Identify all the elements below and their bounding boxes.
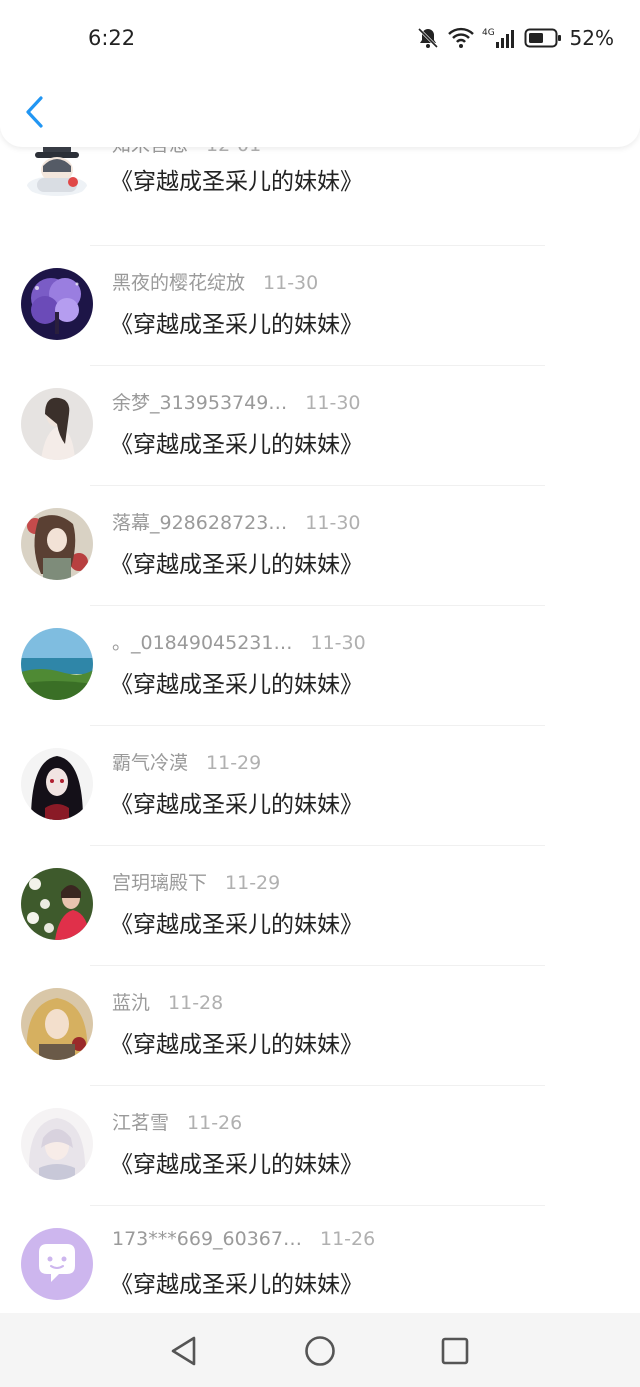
nav-recents-button[interactable] [437,1333,473,1369]
avatar[interactable] [21,1228,93,1300]
chevron-left-icon [26,96,43,128]
back-triangle-icon [171,1336,196,1366]
book-title[interactable]: 《穿越成圣采儿的妹妹》 [110,785,363,819]
user-name[interactable]: 173***669_60367… [112,1228,302,1250]
book-title[interactable]: 《穿越成圣采儿的妹妹》 [110,545,363,579]
bell-off-icon [416,26,440,50]
item-date: 11-30 [305,512,361,534]
avatar[interactable] [21,508,93,580]
status-bar: 6:22 4G 52% [0,0,640,80]
wifi-icon [447,27,474,49]
user-name[interactable]: 江茗雪 [112,1108,169,1135]
item-meta: 霸气冷漠 11-29 [112,748,261,775]
book-title[interactable]: 《穿越成圣采儿的妹妹》 [110,905,363,939]
item-date: 11-30 [310,632,366,654]
status-icons: 4G 52% [416,26,614,50]
network-type: 4G [482,28,495,38]
avatar[interactable] [21,628,93,700]
back-button[interactable] [20,92,60,132]
book-title[interactable]: 《穿越成圣采儿的妹妹》 [110,1025,363,1059]
user-name[interactable]: 黑夜的樱花绽放 [112,268,245,295]
list-item[interactable]: 霸气冷漠 11-29 《穿越成圣采儿的妹妹》 [0,720,640,846]
item-date: 11-26 [319,1228,376,1250]
user-name[interactable]: 余梦_313953749… [112,388,287,415]
item-meta: 蓝氿 11-28 [112,988,223,1015]
list-item[interactable]: 落幕_928628723… 11-30 《穿越成圣采儿的妹妹》 [0,480,640,606]
avatar[interactable] [21,268,93,340]
status-time: 6:22 [88,26,136,50]
item-date: 12-01 [206,147,261,156]
system-nav-bar [0,1313,640,1387]
book-title[interactable]: 《穿越成圣采儿的妹妹》 [110,665,363,699]
book-title[interactable]: 《穿越成圣采儿的妹妹》 [110,1145,363,1179]
list-item[interactable]: 余梦_313953749… 11-30 《穿越成圣采儿的妹妹》 [0,360,640,486]
list-item[interactable]: 江茗雪 11-26 《穿越成圣采儿的妹妹》 [0,1080,640,1206]
nav-home-button[interactable] [302,1333,338,1369]
recents-square-icon [441,1337,469,1365]
list-item[interactable]: 173***669_60367… 11-26 《穿越成圣采儿的妹妹》 [0,1200,640,1313]
item-meta: 173***669_60367… 11-26 [112,1228,375,1250]
item-date: 11-28 [168,992,224,1014]
item-meta: 余梦_313953749… 11-30 [112,388,361,415]
item-meta: 江茗雪 11-26 [112,1108,242,1135]
list-item[interactable]: 。_01849045231… 11-30 《穿越成圣采儿的妹妹》 [0,600,640,726]
item-date: 11-30 [305,392,361,414]
avatar[interactable] [21,868,93,940]
battery-icon [524,27,562,49]
user-name[interactable]: 蓝氿 [112,988,150,1015]
item-date: 11-30 [263,272,319,294]
item-meta: 落幕_928628723… 11-30 [112,508,361,535]
avatar[interactable] [21,1108,93,1180]
list-item[interactable]: 蓝氿 11-28 《穿越成圣采儿的妹妹》 [0,960,640,1086]
chat-bubble-icon [21,1228,93,1300]
item-date: 11-26 [187,1112,243,1134]
item-meta: 黑夜的樱花绽放 11-30 [112,268,318,295]
home-circle-icon [305,1336,335,1366]
battery-percentage: 52% [569,26,614,50]
user-name[interactable]: 霸气冷漠 [112,748,188,775]
signal-icon: 4G [482,26,516,50]
avatar[interactable] [21,748,93,820]
user-name[interactable]: 知米舍恩 [112,147,188,157]
item-meta: 宫玥璃殿下 11-29 [112,868,280,895]
item-meta: 。_01849045231… 11-30 [112,628,366,655]
book-title[interactable]: 《穿越成圣采儿的妹妹》 [110,1265,363,1299]
list-item[interactable]: 黑夜的樱花绽放 11-30 《穿越成圣采儿的妹妹》 [0,240,640,366]
header: 6:22 4G 52% [0,0,640,147]
item-date: 11-29 [225,872,281,894]
item-meta: 知米舍恩 12-01 [112,147,261,157]
user-name[interactable]: 。_01849045231… [112,628,292,655]
book-title[interactable]: 《穿越成圣采儿的妹妹》 [110,425,363,459]
avatar[interactable] [21,988,93,1060]
avatar[interactable] [21,147,93,202]
user-name[interactable]: 宫玥璃殿下 [112,868,207,895]
nav-back-button[interactable] [166,1333,202,1369]
book-title[interactable]: 《穿越成圣采儿的妹妹》 [110,305,363,339]
item-date: 11-29 [206,752,262,774]
list-item[interactable]: 知米舍恩 12-01 《穿越成圣采儿的妹妹》 [0,147,640,246]
book-title[interactable]: 《穿越成圣采儿的妹妹》 [110,162,363,196]
comment-list: 知米舍恩 12-01 《穿越成圣采儿的妹妹》 黑夜的樱花绽放 11-30 《穿越成圣… [0,147,640,1313]
list-item[interactable]: 宫玥璃殿下 11-29 《穿越成圣采儿的妹妹》 [0,840,640,966]
avatar[interactable] [21,388,93,460]
user-name[interactable]: 落幕_928628723… [112,508,287,535]
